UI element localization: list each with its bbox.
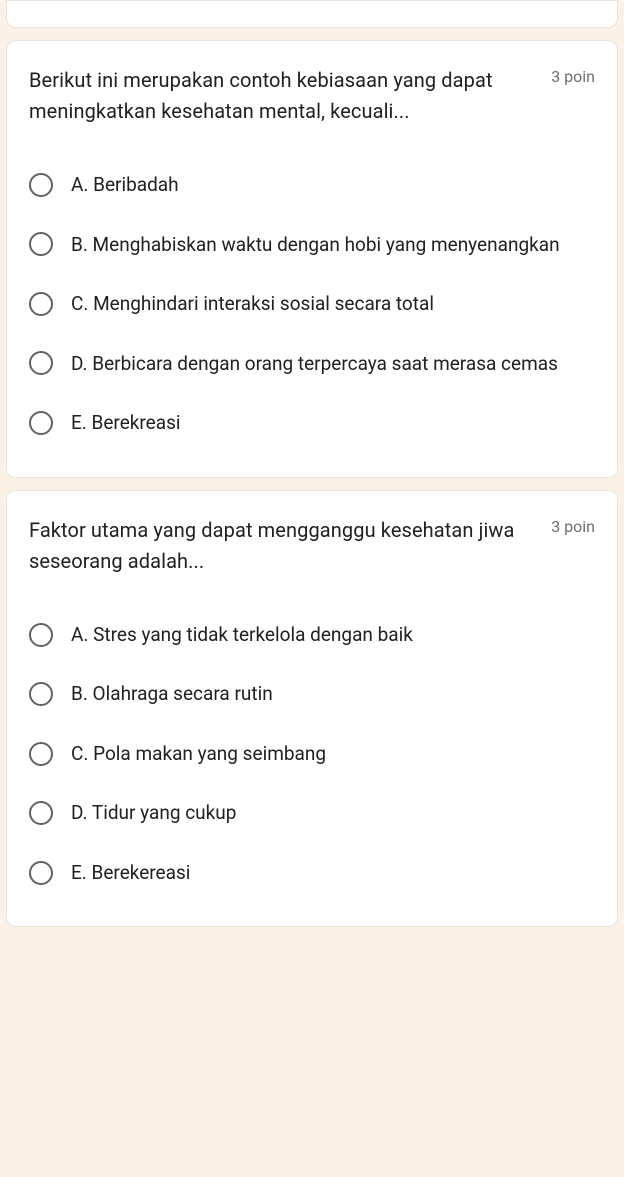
option-label: E. Berekreasi [71,409,181,437]
option-label: C. Pola makan yang seimbang [71,740,326,768]
option-label: D. Berbicara dengan orang terpercaya saa… [71,350,558,378]
radio-icon [29,292,53,316]
question-card: Berikut ini merupakan contoh kebiasaan y… [6,40,618,478]
option-d[interactable]: D. Tidur yang cukup [29,783,595,843]
radio-icon [29,173,53,197]
option-a[interactable]: A. Beribadah [29,155,595,215]
option-b[interactable]: B. Menghabiskan waktu dengan hobi yang m… [29,215,595,275]
option-label: E. Berekereasi [71,859,190,887]
radio-icon [29,742,53,766]
radio-icon [29,351,53,375]
option-c[interactable]: C. Menghindari interaksi sosial secara t… [29,274,595,334]
question-text: Berikut ini merupakan contoh kebiasaan y… [29,65,535,127]
option-label: B. Olahraga secara rutin [71,680,273,708]
question-card-fragment [6,0,618,28]
question-text: Faktor utama yang dapat mengganggu keseh… [29,515,535,577]
question-header: Berikut ini merupakan contoh kebiasaan y… [29,65,595,127]
radio-icon [29,623,53,647]
option-e[interactable]: E. Berekereasi [29,843,595,903]
option-label: A. Beribadah [71,171,179,199]
option-b[interactable]: B. Olahraga secara rutin [29,664,595,724]
option-c[interactable]: C. Pola makan yang seimbang [29,724,595,784]
question-points: 3 poin [551,515,595,536]
radio-icon [29,411,53,435]
option-label: A. Stres yang tidak terkelola dengan bai… [71,621,413,649]
question-card: Faktor utama yang dapat mengganggu keseh… [6,490,618,928]
option-e[interactable]: E. Berekreasi [29,393,595,453]
option-a[interactable]: A. Stres yang tidak terkelola dengan bai… [29,605,595,665]
radio-icon [29,861,53,885]
radio-icon [29,682,53,706]
option-d[interactable]: D. Berbicara dengan orang terpercaya saa… [29,334,595,394]
option-label: B. Menghabiskan waktu dengan hobi yang m… [71,231,560,259]
radio-icon [29,801,53,825]
question-points: 3 poin [551,65,595,86]
option-label: D. Tidur yang cukup [71,799,236,827]
radio-icon [29,232,53,256]
options-list: A. Stres yang tidak terkelola dengan bai… [29,605,595,903]
option-label: C. Menghindari interaksi sosial secara t… [71,290,434,318]
question-header: Faktor utama yang dapat mengganggu keseh… [29,515,595,577]
options-list: A. Beribadah B. Menghabiskan waktu denga… [29,155,595,453]
